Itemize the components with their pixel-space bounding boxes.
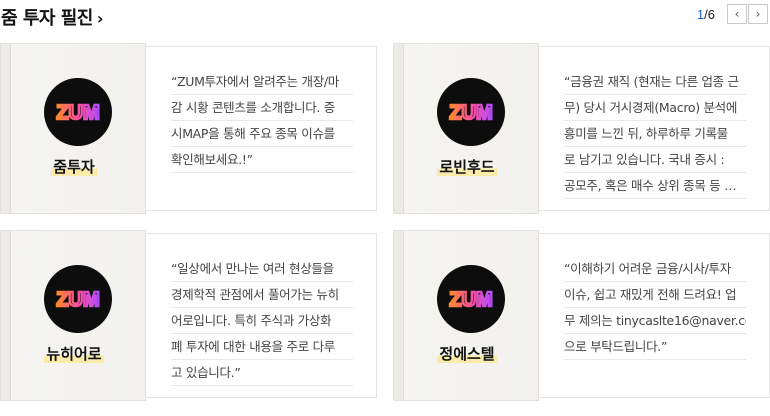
writer-card[interactable]: ZUM 정에스텔 “이해하기 어려운 금융/시사/투자 이슈, 쉽고 재밌게 전…	[393, 230, 770, 401]
description-line: 이슈, 쉽고 재밌게 전해 드려요! 업	[564, 282, 746, 308]
writer-description: “일상에서 만나는 여러 현상들을 경제학적 관점에서 풀어가는 뉴히 어로입니…	[146, 233, 377, 398]
writer-name[interactable]: 뉴히어로	[1, 343, 147, 364]
writer-profile: ZUM 로빈후드	[393, 43, 539, 214]
section-title-link[interactable]: 줌 투자 필진 ›	[1, 4, 103, 30]
svg-text:ZUM: ZUM	[56, 102, 99, 124]
svg-text:ZUM: ZUM	[56, 289, 99, 311]
description-line: 폐 투자에 대한 내용을 주로 다루	[171, 334, 353, 360]
description-line: 흥미를 느낀 뒤, 하루하루 기록물	[564, 121, 746, 147]
description-line: 고 있습니다.”	[171, 360, 353, 386]
zum-logo-icon: ZUM	[55, 288, 101, 311]
section-header: 줌 투자 필진 › 1/6 ‹ ›	[0, 0, 770, 32]
avatar: ZUM	[44, 265, 112, 333]
description-line: 감 시황 콘텐츠를 소개합니다. 증	[171, 95, 353, 121]
section-title: 줌 투자 필진	[1, 8, 93, 29]
zum-logo-icon: ZUM	[448, 288, 494, 311]
description-line: 무 제의는 tinycaslte16@naver.com	[564, 308, 746, 334]
writer-description: “ZUM투자에서 알려주는 개장/마 감 시황 콘텐츠를 소개합니다. 증 시M…	[146, 46, 377, 211]
description-line: 시MAP을 통해 주요 종목 이슈를	[171, 121, 353, 147]
pagination: 1/6 ‹ ›	[697, 4, 768, 24]
chevron-right-icon: ›	[755, 7, 761, 21]
writer-name[interactable]: 줌투자	[1, 156, 147, 177]
writer-profile: ZUM 줌투자	[0, 43, 146, 214]
writer-description: “이해하기 어려운 금융/시사/투자 이슈, 쉽고 재밌게 전해 드려요! 업 …	[539, 233, 770, 398]
writer-card[interactable]: ZUM 로빈후드 “금융권 재직 (현재는 다른 업종 근 무) 당시 거시경제…	[393, 43, 770, 214]
description-line: “ZUM투자에서 알려주는 개장/마	[171, 69, 353, 95]
writer-description: “금융권 재직 (현재는 다른 업종 근 무) 당시 거시경제(Macro) 분…	[539, 46, 770, 211]
svg-text:ZUM: ZUM	[449, 289, 492, 311]
description-line: 어로입니다. 특히 주식과 가상화	[171, 308, 353, 334]
prev-page-button[interactable]: ‹	[727, 4, 747, 24]
avatar: ZUM	[437, 265, 505, 333]
description-line: 경제학적 관점에서 풀어가는 뉴히	[171, 282, 353, 308]
writer-profile: ZUM 정에스텔	[393, 230, 539, 401]
chevron-left-icon: ‹	[734, 7, 740, 21]
description-line: 로 남기고 있습니다. 국내 증시 :	[564, 147, 746, 173]
description-line	[564, 360, 746, 386]
zum-logo-icon: ZUM	[55, 101, 101, 124]
description-line: 확인해보세요.!”	[171, 147, 353, 173]
writer-profile: ZUM 뉴히어로	[0, 230, 146, 401]
description-line: “금융권 재직 (현재는 다른 업종 근	[564, 69, 746, 95]
writer-name[interactable]: 로빈후드	[394, 156, 540, 177]
chevron-right-icon: ›	[96, 9, 104, 28]
description-line: 으로 부탁드립니다.”	[564, 334, 746, 360]
writer-card[interactable]: ZUM 줌투자 “ZUM투자에서 알려주는 개장/마 감 시황 콘텐츠를 소개합…	[0, 43, 377, 214]
description-line: 무) 당시 거시경제(Macro) 분석에	[564, 95, 746, 121]
avatar: ZUM	[44, 78, 112, 146]
description-line: “이해하기 어려운 금융/시사/투자	[564, 256, 746, 282]
page-total: /6	[704, 6, 715, 22]
zum-logo-icon: ZUM	[448, 101, 494, 124]
description-line	[171, 173, 353, 199]
description-line: 공모주, 혹은 매수 상위 종목 등 …	[564, 173, 746, 199]
writer-name[interactable]: 정에스텔	[394, 343, 540, 364]
page-indicator: 1/6	[697, 7, 715, 22]
description-line: “일상에서 만나는 여러 현상들을	[171, 256, 353, 282]
next-page-button[interactable]: ›	[748, 4, 768, 24]
avatar: ZUM	[437, 78, 505, 146]
svg-text:ZUM: ZUM	[449, 102, 492, 124]
writer-card[interactable]: ZUM 뉴히어로 “일상에서 만나는 여러 현상들을 경제학적 관점에서 풀어가…	[0, 230, 377, 401]
